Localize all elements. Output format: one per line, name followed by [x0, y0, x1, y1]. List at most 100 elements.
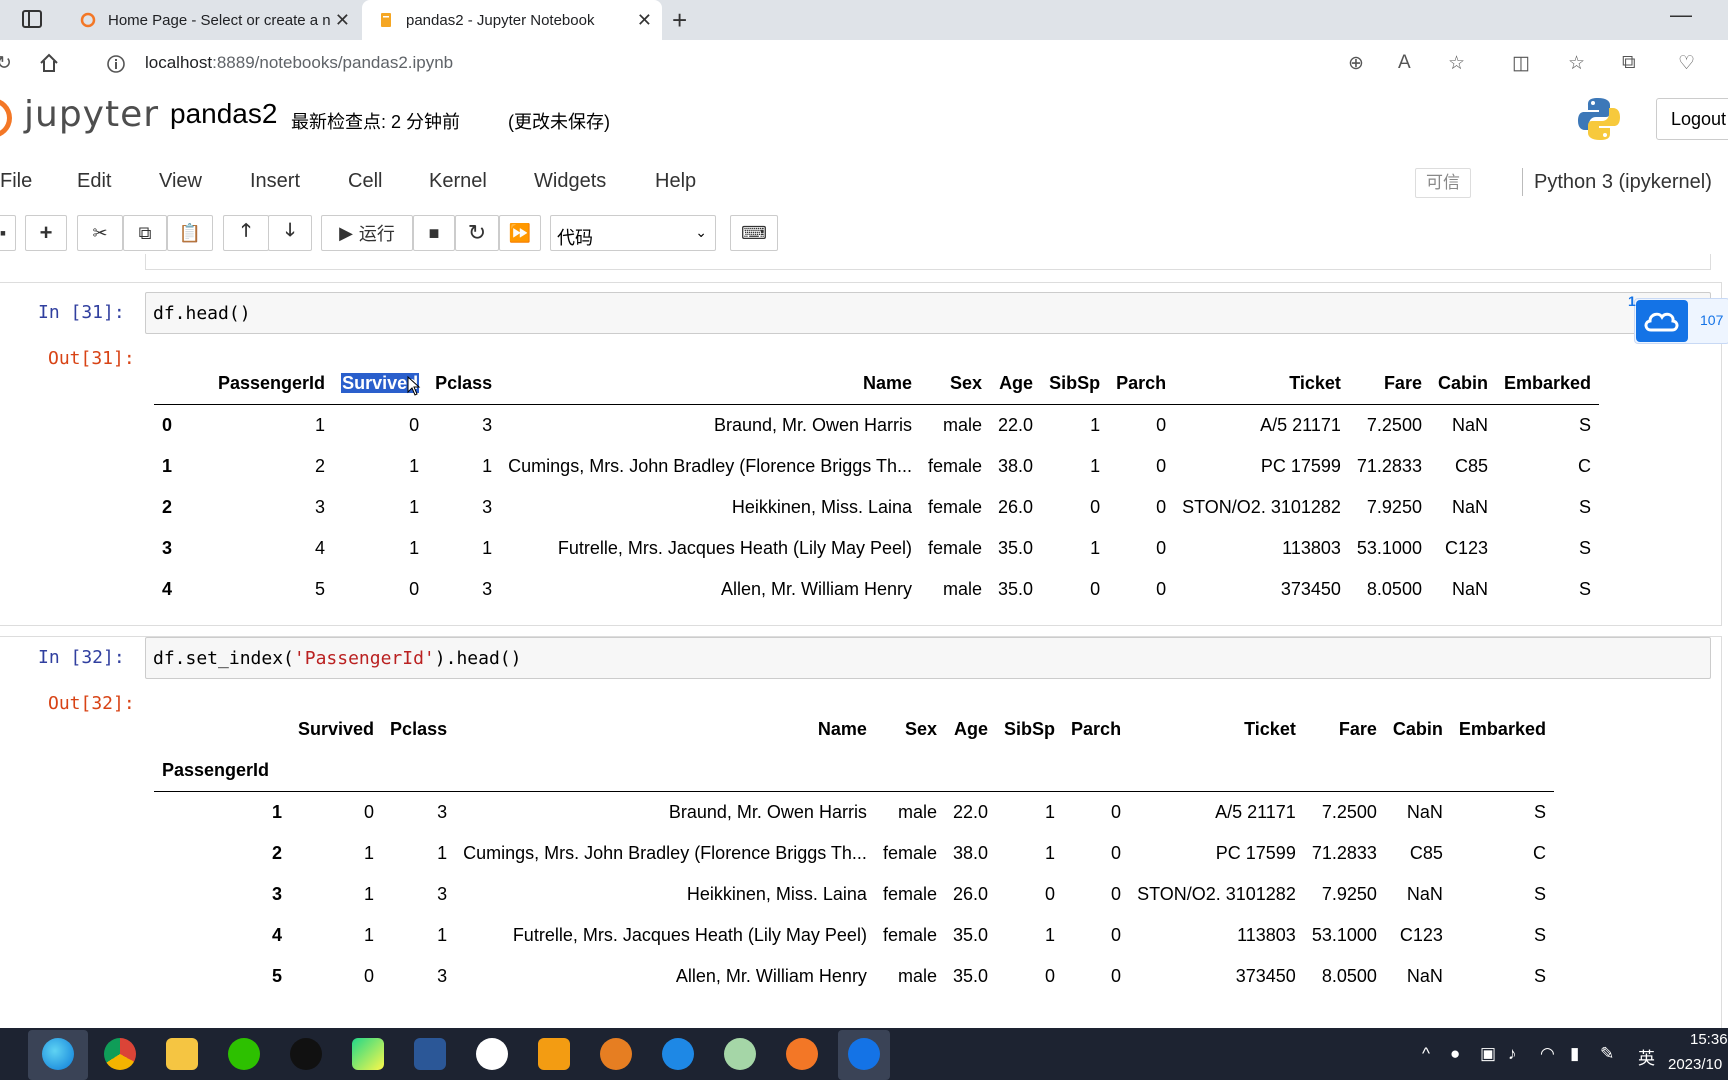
table-cell: Heikkinen, Miss. Laina	[731, 497, 912, 517]
row-index: 0	[162, 415, 173, 435]
k-app-icon[interactable]	[662, 1038, 694, 1070]
code-editor[interactable]: df.head()	[145, 292, 1711, 334]
info-icon[interactable]	[106, 54, 126, 74]
insert-cell-button[interactable]: +	[25, 215, 67, 251]
clock-time[interactable]: 15:36	[1690, 1031, 1728, 1048]
search-app-icon[interactable]	[600, 1038, 632, 1070]
jupyter-logo-icon[interactable]	[0, 98, 12, 138]
table-cell: 1	[409, 538, 420, 558]
cloud-app-icon[interactable]	[848, 1038, 880, 1070]
close-icon[interactable]: ✕	[637, 10, 652, 31]
table-cell: 1	[315, 415, 326, 435]
collections-icon[interactable]: ⧉	[1622, 52, 1636, 74]
pen-icon[interactable]: ✎	[1600, 1044, 1614, 1064]
copy-icon: ⧉	[138, 222, 152, 243]
browser-essentials-icon[interactable]: ♡	[1678, 52, 1695, 75]
menu-file[interactable]: File	[0, 170, 32, 193]
menu-view[interactable]: View	[159, 170, 202, 193]
chevron-down-icon: ⌄	[695, 224, 707, 240]
menu-edit[interactable]: Edit	[77, 170, 111, 193]
copy-button[interactable]: ⧉	[123, 215, 167, 251]
qq-icon[interactable]	[290, 1038, 322, 1070]
tab-home-page[interactable]: Home Page - Select or create a n ✕	[64, 0, 360, 40]
column-header: Ticket	[1244, 719, 1296, 739]
wechat-tray-icon[interactable]: ●	[1450, 1044, 1460, 1064]
cloud-button[interactable]	[1636, 300, 1688, 342]
cell-type-select[interactable]: 代码 ⌄	[550, 215, 716, 251]
app-grid-icon[interactable]	[414, 1038, 446, 1070]
read-aloud-icon[interactable]: A	[1398, 52, 1411, 74]
table-cell: male	[897, 802, 937, 822]
checkpoint-status: 最新检查点: 2 分钟前	[291, 112, 461, 132]
zoom-icon[interactable]: ⊕	[1348, 52, 1364, 75]
menu-widgets[interactable]: Widgets	[534, 170, 606, 193]
interrupt-button[interactable]: ■	[413, 215, 455, 251]
sidebar-toggle-icon[interactable]	[22, 10, 42, 28]
code-editor[interactable]: df.set_index('PassengerId').head()	[145, 637, 1711, 679]
reload-icon[interactable]: ↻	[0, 52, 12, 75]
edge-icon[interactable]	[42, 1038, 74, 1070]
table-cell: 53.1000	[1356, 538, 1422, 558]
menu-kernel[interactable]: Kernel	[429, 170, 487, 193]
volume-icon[interactable]: ♪	[1508, 1044, 1517, 1064]
notebook-favicon-icon	[381, 13, 391, 27]
menu-help[interactable]: Help	[655, 170, 696, 193]
restart-button[interactable]: ↻	[455, 215, 499, 251]
table-cell: NaN	[1406, 884, 1443, 904]
show-hidden-icons-icon[interactable]: ^	[1422, 1044, 1430, 1064]
close-icon[interactable]: ✕	[335, 10, 350, 31]
tab-title: Home Page - Select or create a n	[108, 11, 331, 29]
home-icon[interactable]	[38, 52, 60, 74]
new-tab-icon[interactable]: +	[672, 5, 687, 36]
move-up-button[interactable]: 🡑	[223, 215, 269, 251]
pycharm-icon[interactable]	[352, 1038, 384, 1070]
table-cell: 0	[1045, 966, 1056, 986]
kernel-indicator[interactable]: Python 3 (ipykernel)	[1534, 171, 1712, 194]
wifi-icon[interactable]: ◠	[1540, 1044, 1555, 1064]
split-screen-icon[interactable]: ◫	[1512, 52, 1530, 75]
microphone-icon[interactable]: ▮	[1570, 1044, 1579, 1064]
paste-button[interactable]: 📋	[167, 215, 213, 251]
move-down-button[interactable]: 🡓	[268, 215, 312, 251]
table-cell: 3	[437, 884, 448, 904]
url-field[interactable]: localhost:8889/notebooks/pandas2.ipynb	[145, 53, 453, 73]
jupyter-favicon-icon	[80, 12, 96, 28]
menu-insert[interactable]: Insert	[250, 170, 300, 193]
tab-pandas2[interactable]: pandas2 - Jupyter Notebook ✕	[362, 0, 662, 40]
favorites-icon[interactable]: ☆	[1568, 52, 1585, 75]
menu-cell[interactable]: Cell	[348, 170, 382, 193]
table-cell: 0	[409, 579, 420, 599]
table-cell: 3	[315, 497, 326, 517]
output-prompt: Out[32]:	[48, 693, 135, 714]
table-cell: C	[1532, 843, 1546, 863]
run-button[interactable]: ▶ 运行	[321, 215, 413, 251]
jupyter-logo-text[interactable]: jupyter	[24, 94, 159, 135]
jupyter-taskbar-icon[interactable]	[786, 1038, 818, 1070]
table-cell: S	[1533, 966, 1546, 986]
cut-button[interactable]: ✂	[77, 215, 123, 251]
table-cell: 2	[315, 456, 326, 476]
wechat-icon[interactable]	[228, 1038, 260, 1070]
table-row: 1 2 1 1 Cumings, Mrs. John Bradley (Florenc…	[154, 446, 1599, 487]
notebook-title[interactable]: pandas2	[170, 98, 277, 130]
keyboard-icon: ⌨	[741, 222, 767, 243]
table-cell: 22.0	[998, 415, 1034, 435]
save-icon[interactable]: ▪	[0, 215, 16, 251]
column-header: Age	[990, 363, 1042, 405]
trusted-indicator[interactable]: 可信	[1415, 168, 1471, 198]
clock-date[interactable]: 2023/10	[1668, 1056, 1722, 1073]
baidu-icon[interactable]	[476, 1038, 508, 1070]
network-tray-icon[interactable]: ▣	[1480, 1044, 1496, 1064]
minimize-icon[interactable]: —	[1670, 2, 1692, 28]
logout-button[interactable]: Logout	[1656, 98, 1728, 140]
flower-app-icon[interactable]	[724, 1038, 756, 1070]
input-method-indicator[interactable]: 英	[1638, 1044, 1655, 1069]
file-explorer-icon[interactable]	[166, 1038, 198, 1070]
restart-run-all-button[interactable]: ⏩	[499, 215, 541, 251]
table-cell: 0	[1045, 884, 1056, 904]
chrome-icon[interactable]	[104, 1038, 136, 1070]
shield-app-icon[interactable]	[538, 1038, 570, 1070]
table-cell: 373450	[1235, 966, 1296, 986]
favorite-star-icon[interactable]: ☆	[1448, 52, 1465, 75]
command-palette-button[interactable]: ⌨	[730, 215, 778, 251]
